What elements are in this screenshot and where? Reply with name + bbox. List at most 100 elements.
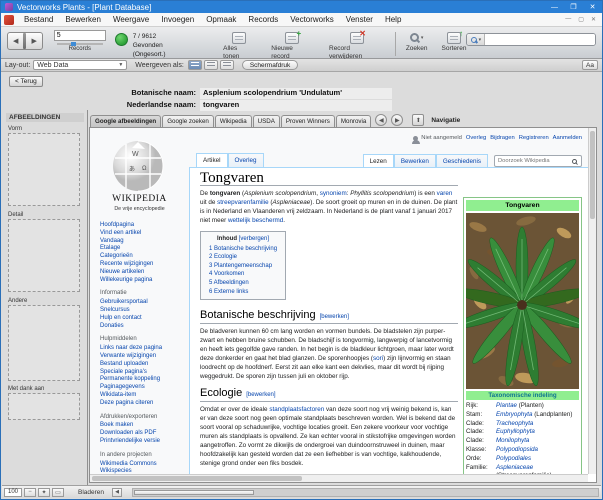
field-value[interactable]: tongvaren — [200, 100, 392, 111]
wiki-link[interactable]: synoniem — [320, 190, 347, 197]
scrollbar-thumb[interactable] — [134, 489, 255, 495]
taxon-link[interactable]: Euphyllophyta — [496, 428, 535, 435]
menu-item-opmaak[interactable]: Opmaak — [200, 15, 242, 24]
wiki-nav-link[interactable]: Hoofdpagina — [100, 222, 188, 230]
mdi-minimize-icon[interactable]: — — [565, 16, 571, 23]
edit-link[interactable]: [bewerken] — [320, 314, 349, 320]
wiki-nav-link[interactable]: Links naar deze pagina — [100, 345, 188, 353]
taxon-link[interactable]: Plantae — [496, 402, 517, 409]
edit-link[interactable]: [bewerken] — [246, 392, 275, 398]
wiki-link[interactable]: wettelijk beschermd — [228, 217, 283, 224]
wiki-nav-link[interactable]: Hulp en contact — [100, 315, 188, 323]
wiki-nav-link[interactable]: Vind een artikel — [100, 230, 188, 238]
view-table-button[interactable] — [219, 60, 234, 70]
hide-statusbar-button[interactable]: ▭ — [52, 487, 64, 497]
mdi-close-icon[interactable]: ✕ — [591, 16, 596, 23]
zoom-out-button[interactable]: − — [24, 487, 36, 497]
wiki-nav-link[interactable]: Vandaag — [100, 238, 188, 246]
taxon-link[interactable]: Tracheophyta — [496, 420, 533, 427]
webview-vertical-scrollbar[interactable] — [588, 128, 596, 474]
toc-item[interactable]: 2 Ecologie — [209, 253, 277, 262]
sort-button[interactable]: ↑ Sorteren — [442, 29, 467, 53]
mode-selector[interactable]: Bladeren — [78, 489, 104, 496]
image-slot[interactable] — [8, 219, 80, 292]
wiki-link[interactable]: sori — [373, 355, 383, 362]
maximize-button[interactable]: ❐ — [564, 1, 583, 13]
show-all-button[interactable]: Alles tonen — [223, 30, 255, 61]
find-button[interactable]: ▾ Zoeken — [406, 30, 428, 53]
wiki-nav-link[interactable]: Verwante wijzigingen — [100, 353, 188, 361]
mdi-restore-icon[interactable]: ▢ — [578, 16, 584, 23]
personal-link-aanmelden[interactable]: Aanmelden — [553, 135, 582, 141]
wiki-nav-link[interactable]: Snelcursus — [100, 307, 188, 315]
quick-find-input[interactable] — [485, 34, 596, 45]
toc-item[interactable]: 6 Externe links — [209, 288, 277, 297]
wiki-nav-link[interactable]: Printvriendelijke versie — [100, 438, 188, 446]
taxon-link[interactable]: Aspleniaceae — [496, 464, 533, 471]
taxon-link[interactable]: Polypodiopsida — [496, 446, 538, 453]
menu-item-venster[interactable]: Venster — [340, 15, 379, 24]
view-list-button[interactable] — [203, 60, 218, 70]
close-button[interactable]: ✕ — [583, 1, 602, 13]
wiki-nav-link[interactable]: Permanente koppeling — [100, 376, 188, 384]
wiki-nav-link[interactable]: Willekeurige pagina — [100, 277, 188, 285]
scrollbar-thumb[interactable] — [590, 131, 595, 219]
field-value[interactable]: Asplenium scolopendrium 'Undulatum' — [200, 88, 392, 99]
fern-photo[interactable] — [466, 213, 579, 389]
personal-link-overleg[interactable]: Overleg — [466, 135, 486, 141]
menu-item-weergave[interactable]: Weergave — [107, 15, 155, 24]
wiki-nav-link[interactable]: Downloaden als PDF — [100, 430, 188, 438]
wiki-tab-artikel[interactable]: Artikel — [196, 153, 228, 167]
search-icon[interactable] — [572, 158, 577, 164]
toc-item[interactable]: 3 Plantengemeenschap — [209, 262, 277, 271]
wiki-nav-link[interactable]: Deze pagina citeren — [100, 400, 188, 408]
tab-google-afbeeldingen[interactable]: Google afbeeldingen — [90, 115, 162, 127]
scroll-left-arrow[interactable]: ◀ — [112, 487, 123, 497]
formatting-bar-button[interactable]: Aa — [582, 60, 598, 70]
wiki-nav-link[interactable]: Donaties — [100, 323, 188, 331]
wikipedia-wordmark[interactable]: Wikipedia — [90, 194, 189, 204]
zoom-level[interactable]: 100 — [4, 487, 22, 497]
taxon-link[interactable]: Polypodiales — [496, 455, 531, 462]
wiki-tab-bewerken[interactable]: Bewerken — [393, 154, 436, 167]
new-record-button[interactable]: + Nieuwe record — [271, 29, 313, 61]
image-slot[interactable] — [8, 133, 80, 206]
menu-item-help[interactable]: Help — [379, 15, 407, 24]
wiki-search-input[interactable] — [495, 158, 572, 164]
scrollbar-thumb[interactable] — [92, 476, 302, 481]
wiki-nav-link[interactable]: Gebruikersportaal — [100, 299, 188, 307]
webview-horizontal-scrollbar[interactable] — [90, 474, 588, 482]
quick-find-icon[interactable]: ▾ — [467, 34, 486, 45]
wiki-tab-lezen[interactable]: Lezen — [362, 154, 394, 167]
browser-go-button[interactable]: ⬆ — [412, 114, 425, 126]
menu-item-vectorworks[interactable]: Vectorworks — [284, 15, 340, 24]
wiki-nav-link[interactable]: Paginagegevens — [100, 384, 188, 392]
wiki-nav-link[interactable]: Speciale pagina's — [100, 369, 188, 377]
wiki-link[interactable]: standplaatsfactoren — [269, 406, 324, 413]
toc-item[interactable]: 4 Voorkomen — [209, 270, 277, 279]
previous-record-button[interactable]: ◀ — [8, 33, 23, 49]
wiki-nav-link[interactable]: Nieuwe artikelen — [100, 269, 188, 277]
bottom-scrollbar[interactable] — [132, 487, 599, 497]
record-slider-thumb[interactable] — [70, 42, 76, 46]
menu-item-bestand[interactable]: Bestand — [18, 15, 59, 24]
wiki-nav-link[interactable]: Etalage — [100, 245, 188, 253]
tab-proven-winners[interactable]: Proven Winners — [280, 115, 335, 127]
wiki-nav-link[interactable]: Wikimedia Commons — [100, 461, 188, 469]
tab-google-zoeken[interactable]: Google zoeken — [162, 115, 214, 127]
wiki-nav-link[interactable]: Recente wijzigingen — [100, 261, 188, 269]
image-slot[interactable] — [8, 393, 80, 420]
personal-link-registreren[interactable]: Registreren — [519, 135, 549, 141]
image-slot[interactable] — [8, 305, 80, 381]
wiki-nav-link[interactable]: Bestand uploaden — [100, 361, 188, 369]
tab-monrovia[interactable]: Monrovia — [335, 115, 372, 127]
browser-back-button[interactable]: ◀ — [375, 114, 388, 126]
wiki-tab-overleg[interactable]: Overleg — [227, 153, 264, 167]
personal-link-bijdragen[interactable]: Bijdragen — [490, 135, 515, 141]
menu-item-bewerken[interactable]: Bewerken — [59, 15, 107, 24]
minimize-button[interactable]: — — [545, 1, 564, 13]
wiki-nav-link[interactable]: Wikidata-item — [100, 392, 188, 400]
view-form-button[interactable] — [187, 60, 202, 70]
toc-hide-link[interactable]: [verbergen] — [239, 236, 269, 242]
taxon-link[interactable]: Monilophyta — [496, 437, 529, 444]
